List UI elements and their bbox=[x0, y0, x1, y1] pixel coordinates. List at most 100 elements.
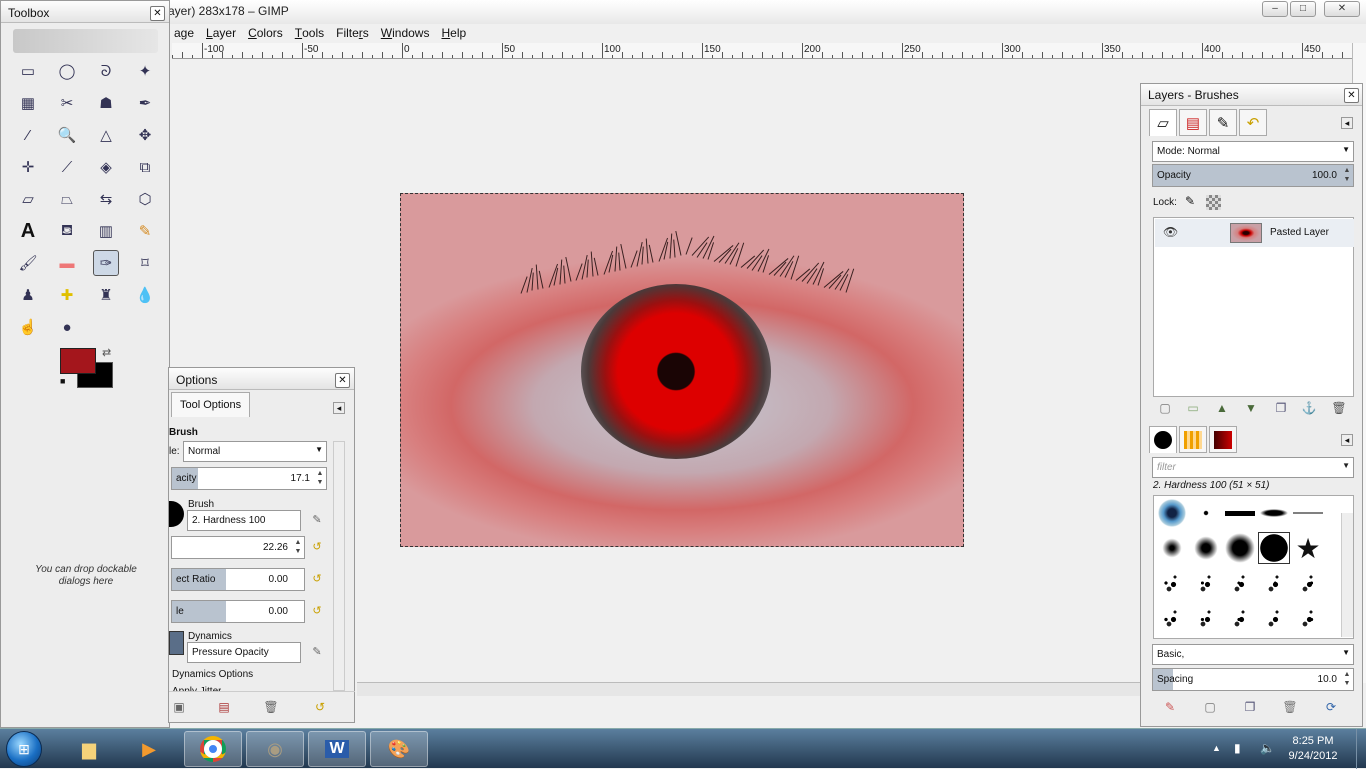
layer-row[interactable]: 👁 Pasted Layer bbox=[1155, 219, 1354, 247]
clone-icon[interactable]: ♟ bbox=[15, 282, 41, 308]
taskbar-paint[interactable]: 🎨 bbox=[370, 731, 428, 767]
pixel-brush-icon[interactable] bbox=[1191, 498, 1221, 528]
eraser-icon[interactable]: ▬ bbox=[54, 250, 80, 276]
edit-brush-icon[interactable]: ✎ bbox=[309, 512, 325, 528]
show-hidden-icons[interactable]: ▲ bbox=[1212, 743, 1221, 753]
brush-preview[interactable] bbox=[169, 501, 184, 527]
brush-grid[interactable]: ★ bbox=[1153, 495, 1354, 639]
tool-options-scrollbar[interactable] bbox=[333, 441, 345, 691]
pencil-icon[interactable]: ✎ bbox=[132, 218, 158, 244]
menu-item-5[interactable]: Windows bbox=[375, 24, 436, 40]
delete-options-icon[interactable]: 🗑 bbox=[263, 699, 279, 715]
horizontal-scrollbar[interactable] bbox=[357, 682, 1140, 696]
new-group-icon[interactable]: ▭ bbox=[1185, 400, 1201, 416]
bucket-fill-icon[interactable]: ⛾ bbox=[54, 218, 80, 244]
lock-pixels-icon[interactable]: ✎ bbox=[1185, 194, 1195, 208]
lasso-icon[interactable]: ᘐ bbox=[93, 58, 119, 84]
maximize-button[interactable]: □ bbox=[1290, 1, 1316, 17]
network-icon[interactable]: ▮ bbox=[1234, 741, 1241, 755]
swap-colors-icon[interactable]: ⇄ bbox=[102, 346, 111, 359]
tab-patterns[interactable] bbox=[1179, 426, 1207, 453]
layer-opacity-slider[interactable]: Opacity 100.0 ▲ ▼ bbox=[1152, 164, 1354, 187]
scissors-icon[interactable]: ✂ bbox=[54, 90, 80, 116]
ink-icon[interactable]: ⌑ bbox=[132, 250, 158, 276]
perspective-icon[interactable]: ⏢ bbox=[54, 186, 80, 212]
text-icon[interactable]: A bbox=[15, 218, 41, 244]
restore-options-icon[interactable]: ▤ bbox=[216, 699, 232, 715]
tab-menu-icon[interactable]: ◂ bbox=[333, 402, 345, 414]
tool-options-close-button[interactable]: ✕ bbox=[335, 373, 350, 388]
menu-item-1[interactable]: Layer bbox=[200, 24, 242, 40]
paths-tool-icon[interactable]: ✒ bbox=[132, 90, 158, 116]
flip-icon[interactable]: ⇆ bbox=[93, 186, 119, 212]
texture-brush-icon[interactable] bbox=[1225, 568, 1255, 598]
reset-angle-icon[interactable]: ↺ bbox=[309, 603, 325, 619]
texture-brush-icon[interactable] bbox=[1259, 568, 1289, 598]
visibility-eye-icon[interactable]: 👁 bbox=[1163, 225, 1178, 239]
dynamics-options-expander[interactable]: Dynamics Options bbox=[172, 669, 253, 680]
texture-brush-icon[interactable] bbox=[1293, 568, 1323, 598]
aspect-ratio-slider[interactable]: ect Ratio 0.00 bbox=[171, 568, 305, 591]
taskbar-media-player[interactable]: ▶ bbox=[120, 731, 178, 767]
hardness-100-brush-icon[interactable] bbox=[1258, 532, 1290, 564]
opacity-spinner[interactable]: ▲ ▼ bbox=[315, 469, 325, 488]
align-icon[interactable]: ✛ bbox=[15, 154, 41, 180]
volume-icon[interactable]: 🔈 bbox=[1260, 741, 1275, 755]
layers-tab-menu-icon[interactable]: ◂ bbox=[1341, 117, 1353, 129]
soft-small-brush-icon[interactable] bbox=[1157, 533, 1187, 563]
menu-item-2[interactable]: Colors bbox=[242, 24, 289, 40]
opacity-slider[interactable]: acity 17.1 ▲ ▼ bbox=[171, 467, 327, 490]
start-button[interactable]: ⊞ bbox=[6, 731, 42, 767]
tab-tool-options[interactable]: Tool Options bbox=[171, 392, 251, 417]
heal-icon[interactable]: ✚ bbox=[54, 282, 80, 308]
edit-brush-action-icon[interactable]: ✎ bbox=[1162, 699, 1178, 715]
color-picker-icon[interactable]: ⁄ bbox=[15, 122, 41, 148]
spacing-spinner[interactable]: ▲ ▼ bbox=[1342, 670, 1352, 689]
brushes-tab-menu-icon[interactable]: ◂ bbox=[1341, 434, 1353, 446]
move-icon[interactable]: ✥ bbox=[132, 122, 158, 148]
system-clock[interactable]: 8:25 PM 9/24/2012 bbox=[1276, 734, 1350, 764]
raise-layer-icon[interactable]: ▲ bbox=[1214, 400, 1230, 416]
duplicate-brush-icon[interactable]: ❐ bbox=[1242, 699, 1258, 715]
texture-brush-icon[interactable] bbox=[1157, 603, 1187, 633]
soft-medium-brush-icon[interactable] bbox=[1191, 533, 1221, 563]
brush-grid-scrollbar[interactable] bbox=[1341, 513, 1353, 637]
taskbar-chrome[interactable] bbox=[184, 731, 242, 767]
texture-brush-icon[interactable] bbox=[1157, 568, 1187, 598]
reset-aspect-icon[interactable]: ↺ bbox=[309, 571, 325, 587]
menu-item-0[interactable]: age bbox=[168, 24, 200, 40]
line-brush-icon[interactable] bbox=[1293, 498, 1323, 528]
toolbox-close-button[interactable]: ✕ bbox=[150, 6, 165, 21]
default-colors-icon[interactable]: ■ bbox=[60, 376, 65, 386]
menu-item-4[interactable]: Filters bbox=[330, 24, 375, 40]
brush-name-field[interactable]: 2. Hardness 100 bbox=[187, 510, 301, 531]
texture-brush-icon[interactable] bbox=[1225, 603, 1255, 633]
ellipse-brush-icon[interactable] bbox=[1259, 498, 1289, 528]
shear-icon[interactable]: ▱ bbox=[15, 186, 41, 212]
dynamics-field[interactable]: Pressure Opacity bbox=[187, 642, 301, 663]
save-options-icon[interactable]: ▣ bbox=[171, 699, 187, 715]
anchor-layer-icon[interactable]: ⚓ bbox=[1301, 400, 1317, 416]
ellipse-select-icon[interactable]: ◯ bbox=[54, 58, 80, 84]
texture-brush-icon[interactable] bbox=[1293, 603, 1323, 633]
foreground-select-icon[interactable]: ☗ bbox=[93, 90, 119, 116]
measure-icon[interactable]: △ bbox=[93, 122, 119, 148]
tab-gradients[interactable] bbox=[1209, 426, 1237, 453]
layer-mode-select[interactable]: Mode: Normal ▼ bbox=[1152, 141, 1354, 162]
horizontal-ruler[interactable]: -100 -50 0 50 100 150 200 250 300 350 400 450 bbox=[172, 43, 1352, 59]
layers-close-button[interactable]: ✕ bbox=[1344, 88, 1359, 103]
rotate-icon[interactable]: ◈ bbox=[93, 154, 119, 180]
reset-options-icon[interactable]: ↺ bbox=[312, 699, 328, 715]
tab-paths[interactable]: ✎ bbox=[1209, 109, 1237, 136]
paintbrush-icon[interactable]: 🖌 bbox=[15, 250, 41, 276]
taskbar-explorer[interactable]: ▆ bbox=[60, 731, 118, 767]
texture-brush-icon[interactable] bbox=[1259, 603, 1289, 633]
layer-list[interactable]: 👁 Pasted Layer bbox=[1153, 217, 1354, 397]
duplicate-layer-icon[interactable]: ❐ bbox=[1273, 400, 1289, 416]
edit-dynamics-icon[interactable]: ✎ bbox=[309, 644, 325, 660]
layer-opacity-spinner[interactable]: ▲ ▼ bbox=[1342, 166, 1352, 185]
angle-slider[interactable]: le 0.00 bbox=[171, 600, 305, 623]
reset-size-icon[interactable]: ↺ bbox=[309, 539, 325, 555]
zoom-icon[interactable]: 🔍 bbox=[54, 122, 80, 148]
image-canvas[interactable] bbox=[400, 193, 964, 547]
